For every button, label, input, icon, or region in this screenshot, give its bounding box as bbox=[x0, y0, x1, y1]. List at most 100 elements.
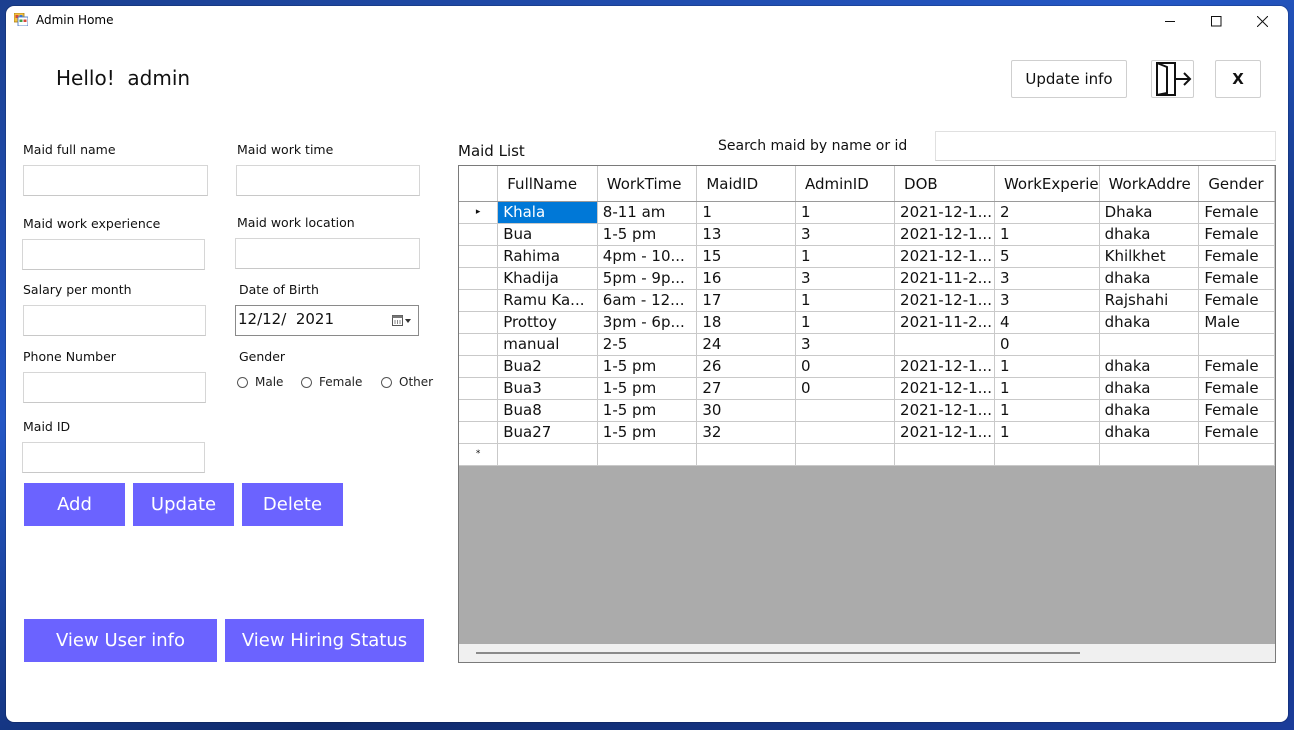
table-cell[interactable]: 6am - 12... bbox=[597, 289, 698, 312]
table-cell[interactable]: dhaka bbox=[1099, 377, 1200, 400]
table-cell[interactable]: dhaka bbox=[1099, 399, 1200, 422]
table-cell[interactable]: 2021-12-1... bbox=[894, 377, 995, 400]
table-cell[interactable]: 1-5 pm bbox=[597, 223, 698, 246]
scrollbar-thumb[interactable] bbox=[476, 652, 1080, 654]
add-button[interactable]: Add bbox=[24, 483, 125, 526]
gender-radio-other[interactable]: Other bbox=[381, 375, 433, 389]
table-cell[interactable]: 30 bbox=[696, 399, 796, 422]
delete-button[interactable]: Delete bbox=[242, 483, 343, 526]
table-cell[interactable]: 1 bbox=[795, 245, 896, 268]
column-header[interactable]: Gender bbox=[1198, 166, 1275, 202]
table-cell[interactable]: 8-11 am bbox=[597, 201, 698, 224]
table-cell[interactable]: 1 bbox=[795, 201, 896, 224]
table-row[interactable]: Rahima 4pm - 10... 15 1 2021-12-1... 5 Khilkhe… bbox=[459, 245, 1275, 268]
update-info-button[interactable]: Update info bbox=[1011, 60, 1127, 98]
table-cell[interactable]: 24 bbox=[696, 333, 796, 356]
work-experience-input[interactable] bbox=[22, 239, 205, 270]
calendar-dropdown-icon[interactable] bbox=[392, 315, 412, 327]
gender-radio-male[interactable]: Male bbox=[237, 375, 283, 389]
table-cell[interactable]: Female bbox=[1198, 399, 1275, 422]
table-cell[interactable]: Female bbox=[1198, 355, 1275, 378]
row-header[interactable] bbox=[459, 399, 499, 422]
table-cell[interactable]: Rahima bbox=[497, 245, 598, 268]
table-cell[interactable]: Female bbox=[1198, 377, 1275, 400]
column-header[interactable]: AdminID bbox=[795, 166, 896, 202]
new-row[interactable]: * bbox=[459, 443, 1275, 466]
table-cell[interactable]: 1-5 pm bbox=[597, 421, 698, 444]
table-row[interactable]: Bua27 1-5 pm 32 2021-12-1... 1 dhaka Female bbox=[459, 421, 1275, 444]
table-cell[interactable]: 3 bbox=[994, 267, 1100, 290]
table-cell[interactable]: 3 bbox=[795, 267, 896, 290]
column-header[interactable]: FullName bbox=[497, 166, 598, 202]
phone-input[interactable] bbox=[23, 372, 206, 403]
table-cell[interactable]: 1 bbox=[795, 311, 896, 334]
gender-radio-female[interactable]: Female bbox=[301, 375, 362, 389]
title-bar[interactable]: Admin Home bbox=[6, 6, 1288, 36]
table-cell[interactable]: 0 bbox=[994, 333, 1100, 356]
table-cell[interactable]: Khilkhet bbox=[1099, 245, 1200, 268]
table-row[interactable]: Prottoy 3pm - 6p... 18 1 2021-11-2... 4 dhaka M… bbox=[459, 311, 1275, 334]
table-cell[interactable] bbox=[696, 443, 796, 466]
minimize-button[interactable] bbox=[1147, 6, 1193, 36]
row-header[interactable] bbox=[459, 223, 499, 246]
table-cell[interactable]: 26 bbox=[696, 355, 796, 378]
table-row[interactable]: manual 2-5 24 3 0 bbox=[459, 333, 1275, 356]
update-button[interactable]: Update bbox=[133, 483, 234, 526]
table-cell[interactable]: 32 bbox=[696, 421, 796, 444]
table-cell[interactable]: Female bbox=[1198, 267, 1275, 290]
table-cell[interactable]: Female bbox=[1198, 245, 1275, 268]
row-header[interactable] bbox=[459, 289, 499, 312]
table-cell[interactable]: 2021-12-1... bbox=[894, 223, 995, 246]
table-cell[interactable]: Dhaka bbox=[1099, 201, 1200, 224]
table-cell[interactable]: 2021-12-1... bbox=[894, 399, 995, 422]
maximize-button[interactable] bbox=[1193, 6, 1239, 36]
table-cell[interactable] bbox=[1099, 443, 1200, 466]
table-cell[interactable]: 2021-12-1... bbox=[894, 289, 995, 312]
column-header[interactable]: WorkTime bbox=[597, 166, 698, 202]
table-cell[interactable]: 0 bbox=[795, 355, 896, 378]
close-window-button[interactable] bbox=[1239, 6, 1285, 36]
table-cell[interactable]: Male bbox=[1198, 311, 1275, 334]
column-header[interactable]: WorkAddre bbox=[1099, 166, 1200, 202]
table-cell[interactable]: dhaka bbox=[1099, 267, 1200, 290]
column-header[interactable]: MaidID bbox=[696, 166, 796, 202]
table-cell[interactable]: 13 bbox=[696, 223, 796, 246]
table-row[interactable]: ▸ Khala 8-11 am 1 1 2021-12-1... 2 Dhaka Female bbox=[459, 201, 1275, 224]
table-row[interactable]: Khadija 5pm - 9p... 16 3 2021-11-2... 3 dhaka F… bbox=[459, 267, 1275, 290]
table-cell[interactable]: dhaka bbox=[1099, 355, 1200, 378]
table-cell[interactable]: 16 bbox=[696, 267, 796, 290]
row-header[interactable] bbox=[459, 355, 499, 378]
table-cell[interactable] bbox=[1198, 333, 1275, 356]
table-cell[interactable]: 1 bbox=[994, 377, 1100, 400]
table-cell[interactable]: Prottoy bbox=[497, 311, 598, 334]
table-cell[interactable]: 2021-12-1... bbox=[894, 355, 995, 378]
table-cell[interactable]: 2021-11-2... bbox=[894, 311, 995, 334]
row-header[interactable] bbox=[459, 421, 499, 444]
table-cell[interactable]: 1-5 pm bbox=[597, 355, 698, 378]
close-button[interactable]: X bbox=[1215, 60, 1261, 98]
search-input[interactable] bbox=[935, 131, 1276, 161]
table-cell[interactable]: 17 bbox=[696, 289, 796, 312]
table-cell[interactable]: 0 bbox=[795, 377, 896, 400]
logout-button[interactable] bbox=[1151, 60, 1194, 98]
table-cell[interactable] bbox=[1099, 333, 1200, 356]
table-cell[interactable]: 3 bbox=[994, 289, 1100, 312]
column-header[interactable]: WorkExperie bbox=[994, 166, 1100, 202]
table-row[interactable]: Bua2 1-5 pm 26 0 2021-12-1... 1 dhaka Female bbox=[459, 355, 1275, 378]
table-cell[interactable]: dhaka bbox=[1099, 311, 1200, 334]
table-cell[interactable]: 1 bbox=[994, 399, 1100, 422]
table-row[interactable]: Bua 1-5 pm 13 3 2021-12-1... 1 dhaka Female bbox=[459, 223, 1275, 246]
table-cell[interactable]: Female bbox=[1198, 421, 1275, 444]
table-cell[interactable] bbox=[1198, 443, 1275, 466]
row-header-corner[interactable] bbox=[459, 166, 499, 202]
table-cell[interactable] bbox=[894, 333, 995, 356]
table-cell[interactable]: Khadija bbox=[497, 267, 598, 290]
table-cell[interactable]: manual bbox=[497, 333, 598, 356]
dob-date-picker[interactable]: 12/12/ 2021 bbox=[235, 305, 419, 336]
table-cell[interactable]: Rajshahi bbox=[1099, 289, 1200, 312]
row-header[interactable] bbox=[459, 377, 499, 400]
work-location-input[interactable] bbox=[235, 238, 420, 269]
view-hiring-status-button[interactable]: View Hiring Status bbox=[225, 619, 424, 662]
table-row[interactable]: Ramu Ka... 6am - 12... 17 1 2021-12-1... 3 Raj… bbox=[459, 289, 1275, 312]
table-cell[interactable]: Female bbox=[1198, 201, 1275, 224]
